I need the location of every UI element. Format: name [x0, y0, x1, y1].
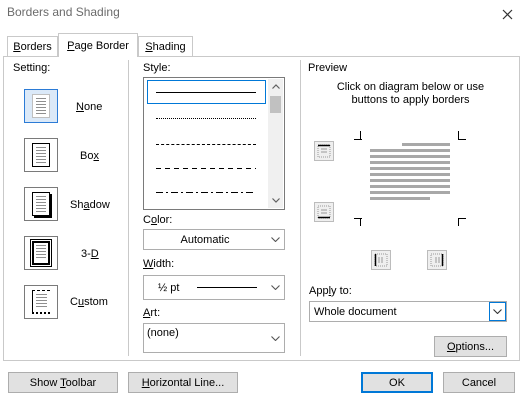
- tab-page-border[interactable]: Page Border: [58, 33, 138, 57]
- chevron-up-icon: [271, 84, 280, 89]
- style-label: Style:: [143, 62, 171, 74]
- chevron-down-icon: [493, 309, 502, 314]
- setting-label: Setting:: [13, 62, 51, 74]
- setting-3d-label: 3-D: [81, 248, 99, 260]
- preview-hint-line1: Click on diagram below or use: [336, 81, 485, 93]
- chevron-down-icon: [271, 285, 280, 290]
- art-dropdown-button[interactable]: [267, 324, 284, 352]
- preview-hint: Click on diagram below or use buttons to…: [308, 81, 513, 107]
- style-option-solid[interactable]: [156, 92, 256, 93]
- style-option-dashed-small[interactable]: [156, 144, 256, 145]
- cancel-button[interactable]: Cancel: [443, 372, 515, 393]
- divider-right: [300, 60, 301, 356]
- bottom-border-button[interactable]: [314, 202, 334, 222]
- cancel-button-label: Cancel: [461, 376, 497, 389]
- corner-mark: [360, 131, 361, 139]
- preview-diagram[interactable]: [354, 131, 466, 226]
- style-option-dashed[interactable]: [156, 168, 256, 169]
- horizontal-line-button[interactable]: Horizontal Line...: [128, 372, 238, 393]
- setting-shadow-option[interactable]: [24, 187, 58, 221]
- close-button[interactable]: [490, 0, 524, 28]
- options-button[interactable]: Options...: [434, 336, 507, 357]
- setting-shadow-label: Shadow: [70, 199, 110, 211]
- chevron-down-icon: [271, 237, 280, 242]
- show-toolbar-label: Show Toolbar: [29, 376, 97, 389]
- 3d-page-icon: [30, 239, 52, 267]
- tab-borders-label: Borders: [13, 40, 52, 53]
- box-page-icon: [32, 143, 50, 167]
- art-value: (none): [147, 327, 179, 339]
- setting-3d-option[interactable]: [24, 236, 58, 270]
- left-border-button[interactable]: [371, 250, 391, 270]
- ok-button-label: OK: [389, 376, 405, 389]
- top-border-icon: [317, 144, 331, 158]
- color-value: Automatic: [180, 234, 230, 246]
- corner-mark: [354, 139, 362, 140]
- tab-shading[interactable]: Shading: [138, 36, 193, 56]
- shadow-page-icon: [32, 192, 50, 216]
- scroll-thumb[interactable]: [270, 96, 281, 113]
- setting-none-option[interactable]: [24, 89, 58, 123]
- right-border-button[interactable]: [427, 250, 447, 270]
- custom-page-icon: [32, 290, 50, 314]
- setting-custom-label: Custom: [70, 296, 108, 308]
- apply-to-label: Apply to:: [309, 285, 352, 297]
- corner-mark: [360, 218, 361, 226]
- scroll-up-button[interactable]: [268, 79, 283, 94]
- setting-box-option[interactable]: [24, 138, 58, 172]
- art-label: Art:: [143, 307, 161, 319]
- title-bar: Borders and Shading: [0, 0, 524, 28]
- left-border-icon: [374, 253, 388, 267]
- scroll-down-button[interactable]: [268, 193, 283, 208]
- options-button-label: Options...: [446, 340, 495, 353]
- preview-hint-line2: buttons to apply borders: [351, 94, 470, 106]
- corner-mark: [458, 131, 459, 139]
- page-border-panel: Setting: None Box Shadow 3-D Custom Styl…: [3, 56, 520, 361]
- art-combo[interactable]: (none): [143, 323, 285, 353]
- preview-text-lines: [370, 143, 450, 203]
- show-toolbar-button[interactable]: Show Toolbar: [8, 372, 118, 393]
- none-page-icon: [32, 94, 50, 118]
- divider-left: [128, 60, 129, 356]
- tab-page-border-label: Page Border: [67, 39, 129, 52]
- corner-mark: [458, 218, 466, 219]
- corner-mark: [458, 218, 459, 226]
- horizontal-line-label: Horizontal Line...: [141, 376, 225, 389]
- chevron-down-icon: [271, 198, 280, 203]
- setting-none-label: None: [76, 101, 103, 113]
- close-icon: [502, 9, 512, 19]
- bottom-border-icon: [317, 205, 331, 219]
- style-scrollbar[interactable]: [268, 79, 283, 208]
- width-label: Width:: [143, 258, 175, 270]
- tab-shading-label: Shading: [145, 40, 186, 53]
- apply-to-combo[interactable]: Whole document: [309, 301, 507, 322]
- color-label: Color:: [143, 214, 173, 226]
- apply-to-value: Whole document: [314, 306, 397, 318]
- width-dropdown-button[interactable]: [267, 276, 284, 299]
- style-option-dotted[interactable]: [156, 118, 256, 119]
- right-border-icon: [430, 253, 444, 267]
- color-dropdown-button[interactable]: [267, 230, 284, 249]
- tab-borders[interactable]: Borders: [7, 36, 58, 56]
- preview-label: Preview: [308, 62, 348, 74]
- setting-box-label: Box: [80, 150, 99, 162]
- color-combo[interactable]: Automatic: [143, 229, 285, 250]
- top-border-button[interactable]: [314, 141, 334, 161]
- style-listbox[interactable]: [143, 77, 285, 210]
- apply-to-dropdown-button[interactable]: [489, 302, 506, 321]
- corner-mark: [458, 139, 466, 140]
- style-option-dash-dot[interactable]: [156, 192, 256, 193]
- width-value: ½ pt: [158, 282, 180, 294]
- setting-custom-option[interactable]: [24, 285, 58, 319]
- ok-button[interactable]: OK: [361, 372, 433, 393]
- width-line-sample: [197, 287, 257, 288]
- corner-mark: [354, 218, 362, 219]
- chevron-down-icon: [271, 335, 280, 341]
- width-combo[interactable]: ½ pt: [143, 275, 285, 300]
- borders-and-shading-dialog: Borders and Shading Borders Page Border …: [0, 0, 524, 400]
- window-title: Borders and Shading: [7, 5, 120, 19]
